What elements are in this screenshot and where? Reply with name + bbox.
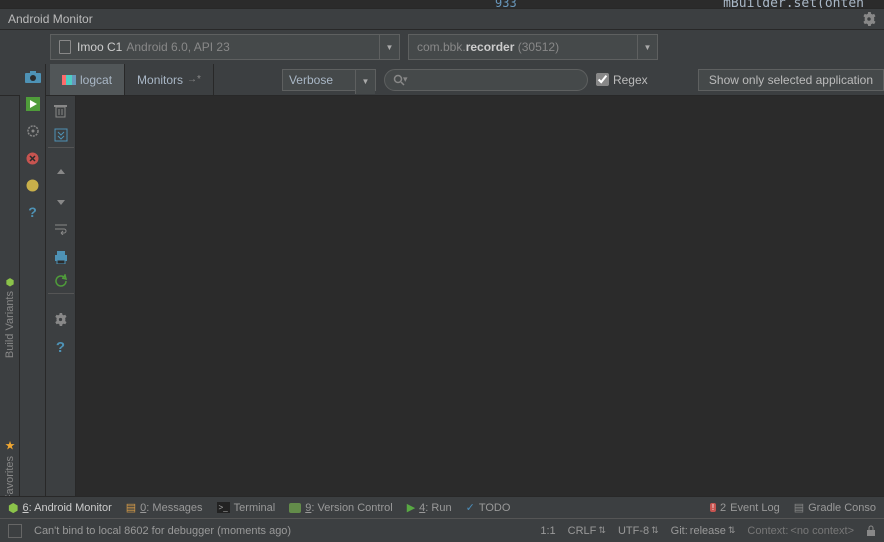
process-name: recorder xyxy=(466,40,515,54)
nav-event-log[interactable]: !2 Event Log xyxy=(710,502,780,514)
todo-icon: ✓ xyxy=(466,501,475,514)
android-icon: ⬢ xyxy=(4,276,15,287)
tab-logcat-label: logcat xyxy=(80,73,112,87)
editor-fragment: 933 mBuilder.set(onten xyxy=(0,0,884,8)
nav-todo[interactable]: ✓ TODO xyxy=(466,501,511,514)
play-icon: ▶ xyxy=(407,501,415,514)
bottom-nav: ⬢ 6: Android Monitor ▤ 0: Messages >_ Te… xyxy=(0,496,884,518)
restart-icon[interactable] xyxy=(48,276,74,294)
selector-row: Imoo C1 Android 6.0, API 23 ▼ com.bbk.re… xyxy=(0,30,884,64)
left-gutter: Build Variants ⬢ 2: Favorites ★ xyxy=(0,96,20,528)
log-level-value: Verbose xyxy=(289,73,333,87)
android-icon: ⬢ xyxy=(8,501,18,515)
messages-icon: ▤ xyxy=(126,501,136,514)
regex-checkbox[interactable]: Regex xyxy=(596,73,648,87)
tab-logcat[interactable]: logcat xyxy=(50,64,125,95)
chevron-down-icon[interactable]: ▼ xyxy=(379,35,399,59)
nav-android-monitor[interactable]: ⬢ 6: Android Monitor xyxy=(8,501,112,515)
filter-selector-value: Show only selected application xyxy=(709,73,873,87)
terminal-icon: >_ xyxy=(217,502,230,513)
editor-code: mBuilder.set(onten xyxy=(723,0,864,8)
scroll-end-icon[interactable] xyxy=(48,130,74,148)
build-variants-tab[interactable]: Build Variants ⬢ xyxy=(4,276,16,358)
panel-title: Android Monitor xyxy=(8,12,93,26)
log-content[interactable] xyxy=(76,96,884,528)
system-info-icon[interactable] xyxy=(23,122,43,140)
trash-icon[interactable] xyxy=(50,102,72,120)
wrap-icon[interactable] xyxy=(50,220,72,238)
gc-icon[interactable] xyxy=(23,176,43,194)
vcs-icon xyxy=(289,503,301,513)
side-toolbar: ? xyxy=(20,64,46,496)
device-name: Imoo C1 xyxy=(77,40,122,54)
log-level-selector[interactable]: Verbose ▼ xyxy=(282,69,376,91)
phone-icon xyxy=(59,40,71,54)
chevron-down-icon[interactable]: ▼ xyxy=(355,70,375,94)
lock-icon[interactable] xyxy=(866,525,876,537)
nav-run[interactable]: ▶ 4: Run xyxy=(407,501,452,514)
logcat-icon xyxy=(62,75,76,85)
panel-header: Android Monitor xyxy=(0,8,884,30)
print-icon[interactable] xyxy=(50,248,72,266)
nav-messages[interactable]: ▤ 0: Messages xyxy=(126,501,203,514)
nav-terminal[interactable]: >_ Terminal xyxy=(217,502,276,514)
regex-checkbox-input[interactable] xyxy=(596,73,609,86)
star-icon: ★ xyxy=(3,438,17,452)
line-ending[interactable]: CRLF⇅ xyxy=(568,525,606,537)
tab-monitors-label: Monitors xyxy=(137,73,183,87)
log-search-input[interactable]: ▾ xyxy=(384,69,588,91)
device-info: Android 6.0, API 23 xyxy=(126,40,229,54)
process-pid: (30512) xyxy=(518,40,559,54)
down-icon[interactable] xyxy=(50,192,72,210)
filter-row: logcat Monitors →* Verbose ▼ ▾ Regex Sho… xyxy=(0,64,884,96)
process-selector[interactable]: com.bbk.recorder (30512) ▼ xyxy=(408,34,658,60)
terminate-icon[interactable] xyxy=(23,149,43,167)
line-number: 933 xyxy=(495,0,517,8)
event-icon: ! xyxy=(710,503,716,512)
nav-version-control[interactable]: 9: Version Control xyxy=(289,502,392,514)
log-toolbar: ? xyxy=(46,96,76,528)
monitor-tabs: logcat Monitors →* xyxy=(50,64,214,95)
gradle-icon: ▤ xyxy=(794,501,804,514)
caret-position[interactable]: 1:1 xyxy=(540,525,555,537)
process-pkg: com.bbk. xyxy=(417,40,466,54)
status-message: Can't bind to local 8602 for debugger (m… xyxy=(34,525,291,537)
search-icon: ▾ xyxy=(393,74,408,86)
camera-icon[interactable] xyxy=(23,68,43,86)
device-selector[interactable]: Imoo C1 Android 6.0, API 23 ▼ xyxy=(50,34,400,60)
status-bar: Can't bind to local 8602 for debugger (m… xyxy=(0,518,884,542)
nav-gradle-console[interactable]: ▤ Gradle Conso xyxy=(794,501,876,514)
main-area: Build Variants ⬢ 2: Favorites ★ xyxy=(0,96,884,528)
encoding[interactable]: UTF-8⇅ xyxy=(618,525,659,537)
help-icon[interactable]: ? xyxy=(50,338,72,356)
help-icon[interactable]: ? xyxy=(23,203,43,221)
play-icon[interactable] xyxy=(23,95,43,113)
context[interactable]: Context: <no context> xyxy=(747,525,854,537)
up-icon[interactable] xyxy=(50,164,72,182)
gear-icon[interactable] xyxy=(862,12,876,26)
status-toggle-icon[interactable] xyxy=(8,524,22,538)
chevron-down-icon[interactable]: ▼ xyxy=(637,35,657,59)
arrow-right-icon: →* xyxy=(187,74,201,85)
filter-selector[interactable]: Show only selected application xyxy=(698,69,884,91)
settings-icon[interactable] xyxy=(50,310,72,328)
regex-label: Regex xyxy=(613,73,648,87)
tab-monitors[interactable]: Monitors →* xyxy=(125,64,214,95)
git-branch[interactable]: Git: release⇅ xyxy=(671,525,736,537)
